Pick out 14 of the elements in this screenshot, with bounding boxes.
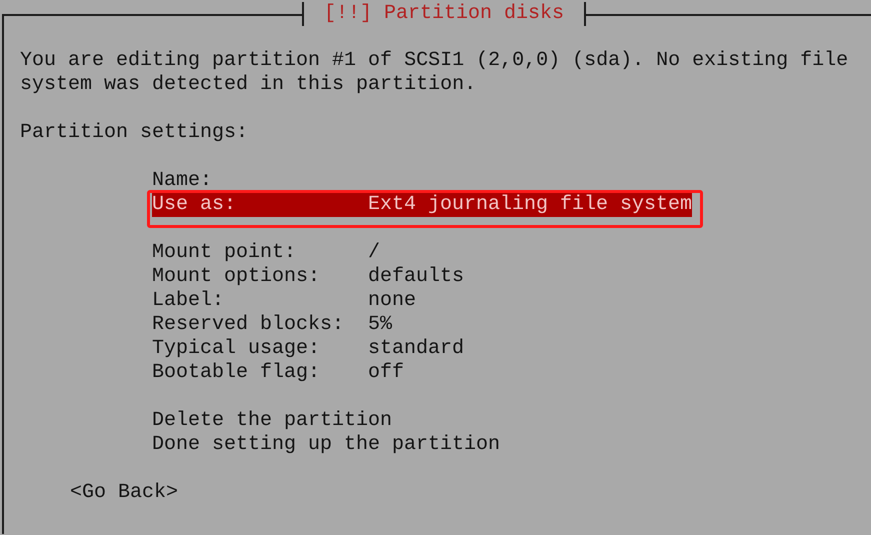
dialog-title: [!!] Partition disks — [302, 2, 586, 26]
setting-row[interactable]: Mount point: / — [152, 241, 380, 265]
setting-row[interactable]: Name: — [152, 169, 212, 193]
setting-row[interactable]: Bootable flag: off — [152, 361, 404, 385]
setting-row[interactable]: Use as: Ext4 journaling file system — [152, 193, 692, 217]
go-back-button[interactable]: <Go Back> — [70, 481, 178, 504]
description-text: You are editing partition #1 of SCSI1 (2,0,0) (sda). No existing file system was detected in this partition. — [20, 49, 850, 97]
setting-row[interactable]: Typical usage: standard — [152, 337, 464, 361]
section-label: Partition settings: — [20, 121, 250, 145]
setting-row[interactable]: Reserved blocks: 5% — [152, 313, 392, 337]
setting-row[interactable]: Label: none — [152, 289, 416, 313]
menu-item[interactable]: Delete the partition — [152, 409, 392, 433]
menu-item[interactable]: Done setting up the partition — [152, 433, 500, 457]
setting-row[interactable]: Mount options: defaults — [152, 265, 464, 289]
